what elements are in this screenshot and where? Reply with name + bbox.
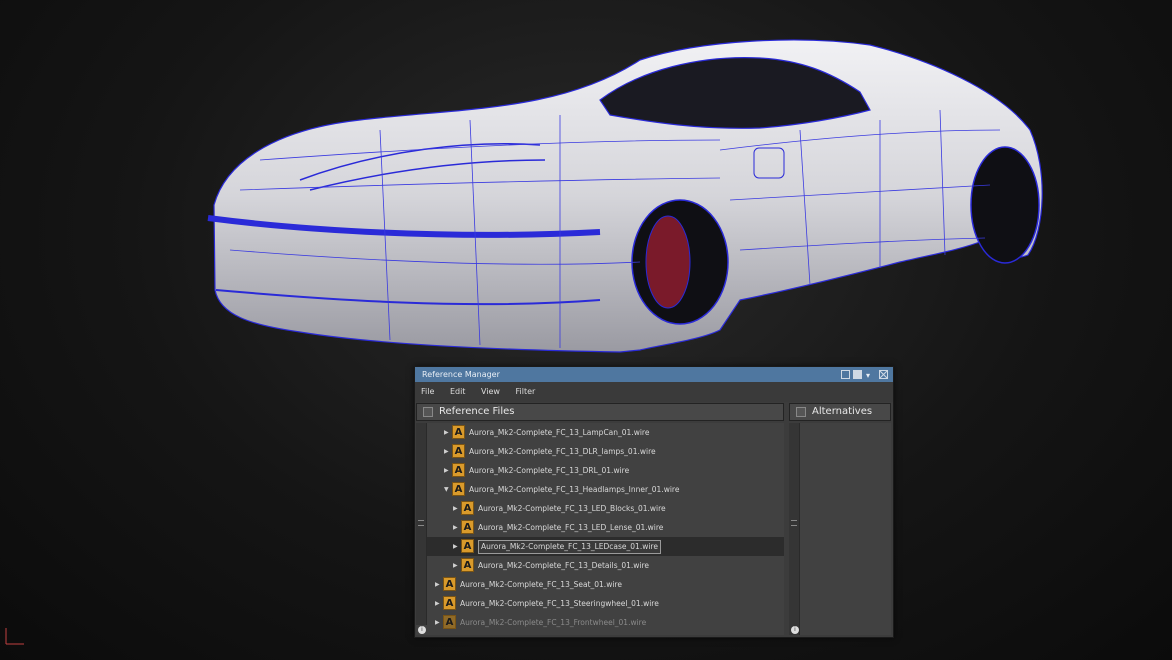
file-name: Aurora_Mk2-Complete_FC_13_Steeringwheel_… <box>460 599 659 608</box>
file-row[interactable]: ▶ A Aurora_Mk2-Complete_FC_13_Steeringwhee… <box>427 594 784 613</box>
alternatives-scrollbar[interactable] <box>789 423 800 635</box>
chevron-down-icon[interactable]: ▾ <box>866 368 870 383</box>
alternatives-title: Alternatives <box>812 406 873 417</box>
file-row[interactable]: ▶ A Aurora_Mk2-Complete_FC_13_LED_Blocks_0… <box>427 499 784 518</box>
alternatives-pane: Alternatives i <box>789 403 891 635</box>
file-row[interactable]: ▶ A Aurora_Mk2-Complete_FC_13_DRL_01.wire <box>427 461 784 480</box>
select-all-checkbox[interactable] <box>423 407 433 417</box>
file-name: Aurora_Mk2-Complete_FC_13_Details_01.wir… <box>478 561 650 570</box>
triangle-right-icon[interactable]: ▶ <box>453 499 458 518</box>
reference-files-title: Reference Files <box>439 406 515 417</box>
alternatives-checkbox[interactable] <box>796 407 806 417</box>
vertical-scrollbar[interactable] <box>416 423 427 625</box>
axis-indicator <box>2 620 32 654</box>
triangle-right-icon[interactable]: ▶ <box>444 442 449 461</box>
window-title-bar[interactable]: Reference Manager ▾ <box>415 367 893 382</box>
file-row[interactable]: ▶ A Aurora_Mk2-Complete_FC_13_Frontwheel_0… <box>427 613 784 632</box>
window-title: Reference Manager <box>422 370 500 379</box>
wire-file-icon: A <box>461 501 474 515</box>
menu-edit[interactable]: Edit <box>450 387 466 396</box>
file-row[interactable]: ▼ A Aurora_Mk2-Complete_FC_13_Headlamps_In… <box>427 480 784 499</box>
file-row[interactable]: ▶ A Aurora_Mk2-Complete_FC_13_Details_01.w… <box>427 556 784 575</box>
file-name-edit-field[interactable]: Aurora_Mk2-Complete_FC_13_LEDcase_01.wir… <box>478 540 661 554</box>
alternatives-list[interactable]: i <box>789 423 891 635</box>
file-name: Aurora_Mk2-Complete_FC_13_Frontwheel_01.… <box>460 618 647 627</box>
file-name: Aurora_Mk2-Complete_FC_13_Seat_01.wire <box>460 580 622 589</box>
triangle-right-icon[interactable]: ▶ <box>453 518 458 537</box>
wire-file-icon: A <box>443 577 456 591</box>
triangle-right-icon[interactable]: ▶ <box>435 575 440 594</box>
menu-view[interactable]: View <box>481 387 500 396</box>
file-row[interactable]: ▶ A Aurora_Mk2-Complete_FC_13_LampCan_01.w… <box>427 423 784 442</box>
wire-file-icon: A <box>461 558 474 572</box>
pin-icon[interactable] <box>841 370 850 379</box>
triangle-right-icon[interactable]: ▶ <box>435 594 440 613</box>
info-icon[interactable]: i <box>791 626 799 634</box>
menu-bar: File Edit View Filter <box>415 382 893 402</box>
triangle-right-icon[interactable]: ▶ <box>444 423 449 442</box>
info-icon[interactable]: i <box>418 626 426 634</box>
file-name: Aurora_Mk2-Complete_FC_13_LED_Blocks_01.… <box>478 504 666 513</box>
wire-file-icon: A <box>461 539 474 553</box>
reference-manager-window[interactable]: Reference Manager ▾ File Edit View Filte… <box>414 366 894 638</box>
menu-file[interactable]: File <box>421 387 434 396</box>
file-name: Aurora_Mk2-Complete_FC_13_LampCan_01.wir… <box>469 428 650 437</box>
file-name: Aurora_Mk2-Complete_FC_13_DLR_lamps_01.w… <box>469 447 656 456</box>
file-row[interactable]: ▶ A Aurora_Mk2-Complete_FC_13_LEDcase_01.w… <box>427 537 784 556</box>
file-name: Aurora_Mk2-Complete_FC_13_LEDcase_01.wir… <box>478 537 661 556</box>
reference-files-list[interactable]: ▶ A Aurora_Mk2-Complete_FC_13_LampCan_01.w… <box>416 423 784 635</box>
wire-file-icon: A <box>452 444 465 458</box>
file-name: Aurora_Mk2-Complete_FC_13_LED_Lense_01.w… <box>478 523 664 532</box>
wire-file-icon: A <box>452 425 465 439</box>
file-name: Aurora_Mk2-Complete_FC_13_Headlamps_Inne… <box>469 485 680 494</box>
file-row[interactable]: ▶ A Aurora_Mk2-Complete_FC_13_DLR_lamps_01… <box>427 442 784 461</box>
wire-file-icon: A <box>452 463 465 477</box>
file-name: Aurora_Mk2-Complete_FC_13_DRL_01.wire <box>469 466 630 475</box>
wire-file-icon: A <box>443 615 456 629</box>
triangle-down-icon[interactable]: ▼ <box>444 480 449 499</box>
wire-file-icon: A <box>452 482 465 496</box>
wire-file-icon: A <box>443 596 456 610</box>
triangle-right-icon[interactable]: ▶ <box>444 461 449 480</box>
triangle-right-icon[interactable]: ▶ <box>453 556 458 575</box>
triangle-right-icon[interactable]: ▶ <box>453 537 458 556</box>
alternatives-header: Alternatives <box>789 403 891 421</box>
maximize-icon[interactable] <box>853 370 862 379</box>
reference-files-pane: Reference Files ▶ A Aurora_Mk2-Complete_FC… <box>416 403 784 635</box>
menu-filter[interactable]: Filter <box>516 387 536 396</box>
file-row[interactable]: ▶ A Aurora_Mk2-Complete_FC_13_Seat_01.wire <box>427 575 784 594</box>
triangle-right-icon[interactable]: ▶ <box>435 613 440 632</box>
wire-file-icon: A <box>461 520 474 534</box>
close-icon[interactable] <box>879 370 888 379</box>
file-row[interactable]: ▶ A Aurora_Mk2-Complete_FC_13_LED_Lense_01… <box>427 518 784 537</box>
reference-files-header: Reference Files <box>416 403 784 421</box>
